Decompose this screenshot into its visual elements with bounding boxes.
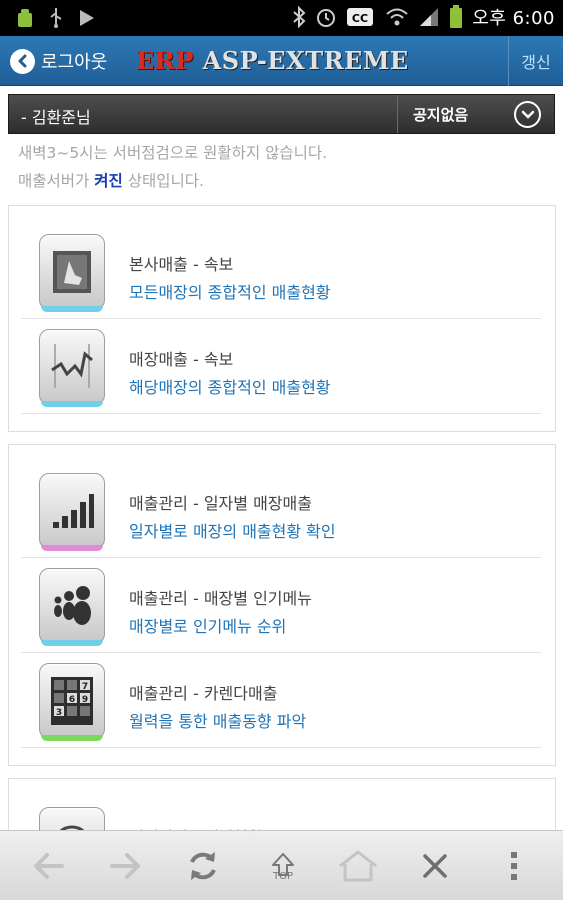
alarm-icon bbox=[317, 9, 336, 27]
system-icons: CC 오후 6:00 bbox=[292, 4, 555, 30]
menu-item-title: 본사매출 - 속보 bbox=[129, 255, 234, 274]
top-icon[interactable] bbox=[258, 843, 308, 889]
menu-item-icon-box bbox=[39, 234, 105, 314]
icon-accent bbox=[41, 545, 103, 551]
server-status-prefix: 매출서버가 bbox=[18, 172, 95, 190]
menu-item-icon-box bbox=[39, 568, 105, 648]
clock: 오후 6:00 bbox=[472, 8, 555, 29]
notification-icons bbox=[16, 7, 96, 29]
people-icon bbox=[39, 568, 105, 644]
menu-item-title: 매출관리 - 일자별 매장매출 bbox=[129, 494, 312, 513]
forward-icon[interactable] bbox=[100, 843, 150, 889]
server-status-value: 켜진 bbox=[94, 172, 123, 190]
app-title-erp: ERP bbox=[136, 46, 194, 75]
notice-label[interactable]: 공지없음 bbox=[413, 104, 468, 125]
divider bbox=[397, 95, 398, 133]
top-label: TOP bbox=[272, 871, 293, 882]
back-arrow-icon bbox=[10, 48, 35, 74]
user-name: - 김환준님 bbox=[21, 108, 91, 127]
calendar-icon: 7 6 9 3 bbox=[39, 663, 105, 739]
signal-icon bbox=[420, 8, 439, 26]
screen: CC 오후 6:00 로그아웃 ERP ASP-EXTREME 갱신 - 김환준… bbox=[0, 0, 563, 900]
calendar-digit: 9 bbox=[82, 695, 88, 705]
menu-item-subtitle: 매장별로 인기메뉴 순위 bbox=[129, 617, 287, 636]
server-status-message: 매출서버가 켜진 상태입니다. bbox=[18, 169, 204, 191]
bluetooth-icon bbox=[293, 6, 306, 28]
menu-item-popular-menu[interactable]: 매출관리 - 매장별 인기메뉴 매장별로 인기메뉴 순위 bbox=[21, 558, 541, 653]
browser-toolbar: TOP bbox=[0, 830, 563, 900]
line-chart-icon bbox=[39, 329, 105, 405]
battery-icon bbox=[450, 5, 463, 28]
menu-item-subtitle: 해당매장의 종합적인 매출현황 bbox=[129, 378, 331, 397]
menu-item-title: 매출관리 - 카렌다매출 bbox=[129, 684, 278, 703]
icon-accent bbox=[41, 640, 103, 646]
bar-chart-icon bbox=[39, 473, 105, 549]
refresh-button[interactable]: 갱신 bbox=[508, 36, 563, 86]
title-bar: 로그아웃 ERP ASP-EXTREME 갱신 bbox=[0, 36, 563, 86]
cc-icon: CC bbox=[347, 8, 374, 26]
menu-section-head-office: 본사매출 - 속보 모든매장의 종합적인 매출현황 매장매출 - 속보 해당매장… bbox=[8, 205, 556, 432]
maintenance-notice: 새벽3~5시는 서버점검으로 원활하지 않습니다. bbox=[18, 144, 328, 162]
play-icon bbox=[80, 10, 94, 26]
menu-item-calendar-sales[interactable]: 7 6 9 3 매출관리 - 카렌다매출 월력을 통한 매출동향 파악 bbox=[21, 653, 541, 748]
logout-label: 로그아웃 bbox=[41, 52, 108, 73]
menu-item-daily-store-sales[interactable]: 매출관리 - 일자별 매장매출 일자별로 매장의 매출현황 확인 bbox=[21, 463, 541, 558]
close-icon[interactable] bbox=[410, 843, 460, 889]
user-bar: - 김환준님 공지없음 bbox=[8, 94, 555, 134]
app-title: ERP ASP-EXTREME bbox=[136, 46, 409, 75]
menu-item-icon-box bbox=[39, 473, 105, 553]
back-icon[interactable] bbox=[24, 843, 74, 889]
divider bbox=[21, 413, 541, 414]
calendar-digit: 7 bbox=[82, 682, 88, 692]
wifi-icon bbox=[386, 8, 408, 26]
server-status-suffix: 상태입니다. bbox=[122, 172, 204, 190]
menu-item-subtitle: 월력을 통한 매출동향 파악 bbox=[129, 712, 307, 731]
menu-item-subtitle: 일자별로 매장의 매출현황 확인 bbox=[129, 522, 336, 541]
chevron-down-icon[interactable] bbox=[514, 101, 541, 128]
home-icon[interactable] bbox=[333, 843, 383, 889]
divider bbox=[21, 747, 541, 748]
reload-icon[interactable] bbox=[178, 843, 228, 889]
icon-accent bbox=[41, 401, 103, 407]
logout-button[interactable]: 로그아웃 bbox=[10, 46, 107, 76]
menu-section-sales-management: 매출관리 - 일자별 매장매출 일자별로 매장의 매출현황 확인 매출관리 - … bbox=[8, 444, 556, 766]
menu-item-subtitle: 모든매장의 종합적인 매출현황 bbox=[129, 283, 331, 302]
calendar-digit: 6 bbox=[69, 695, 75, 705]
menu-item-icon-box bbox=[39, 329, 105, 409]
menu-item-title: 매출관리 - 매장별 인기메뉴 bbox=[129, 589, 312, 608]
android-icon bbox=[18, 9, 32, 27]
calendar-digit: 3 bbox=[56, 708, 62, 718]
svg-text:CC: CC bbox=[352, 12, 368, 25]
stamp-icon bbox=[39, 234, 105, 310]
menu-item-title: 매장매출 - 속보 bbox=[129, 350, 234, 369]
app-title-rest: ASP-EXTREME bbox=[193, 46, 409, 75]
menu-item-head-office-sales[interactable]: 본사매출 - 속보 모든매장의 종합적인 매출현황 bbox=[21, 224, 541, 319]
menu-item-icon-box: 7 6 9 3 bbox=[39, 663, 105, 743]
menu-item-store-sales[interactable]: 매장매출 - 속보 해당매장의 종합적인 매출현황 bbox=[21, 319, 541, 414]
status-bar: CC 오후 6:00 bbox=[0, 0, 563, 36]
icon-accent bbox=[41, 306, 103, 312]
menu-icon[interactable] bbox=[489, 843, 539, 889]
icon-accent bbox=[41, 735, 103, 741]
usb-icon bbox=[50, 8, 62, 28]
